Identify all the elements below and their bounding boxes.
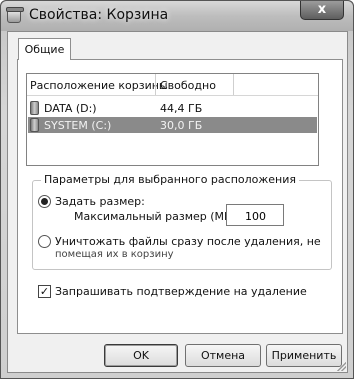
column-separator[interactable] bbox=[155, 74, 156, 95]
list-item-system-drive[interactable]: SYSTEM (C:) 30,0 ГБ bbox=[28, 117, 317, 133]
check-mark-icon: ✓ bbox=[39, 285, 50, 298]
window-title: Свойства: Корзина bbox=[29, 7, 169, 23]
free-space: 30,0 ГБ bbox=[160, 119, 203, 132]
free-space: 44,4 ГБ bbox=[160, 102, 203, 115]
list-header: Расположение корзины Свободно bbox=[27, 74, 318, 96]
dialog-body: Общие Расположение корзины Свободно DATA… bbox=[7, 31, 348, 373]
custom-size-label[interactable]: Задать размер: bbox=[55, 195, 145, 208]
list-item-data-drive[interactable]: DATA (D:) 44,4 ГБ bbox=[28, 100, 317, 116]
drive-icon bbox=[30, 101, 39, 115]
confirm-delete-checkbox[interactable]: ✓ bbox=[38, 285, 51, 298]
tab-general[interactable]: Общие bbox=[18, 38, 71, 60]
recycle-bin-icon bbox=[6, 7, 24, 23]
location-list[interactable]: Расположение корзины Свободно DATA (D:) … bbox=[26, 73, 319, 166]
settings-group-title: Параметры для выбранного расположения bbox=[41, 173, 300, 186]
properties-window: Свойства: Корзина x Общие Расположение к… bbox=[0, 0, 354, 379]
resize-grip[interactable] bbox=[336, 361, 346, 371]
column-header-free[interactable]: Свободно bbox=[160, 79, 216, 92]
delete-immediately-radio[interactable] bbox=[38, 235, 51, 248]
max-size-label: Максимальный размер (МБ): bbox=[74, 210, 240, 223]
location-name: SYSTEM (C:) bbox=[44, 119, 112, 132]
title-bar[interactable]: Свойства: Корзина x bbox=[1, 1, 353, 31]
delete-immediately-label-continued[interactable]: помещая их в корзину bbox=[55, 249, 174, 260]
delete-immediately-label[interactable]: Уничтожать файлы сразу после удаления, н… bbox=[55, 235, 321, 248]
drive-icon bbox=[30, 118, 39, 132]
column-header-location[interactable]: Расположение корзины bbox=[30, 79, 168, 92]
close-button[interactable]: x bbox=[300, 1, 344, 20]
cancel-button[interactable]: Отмена bbox=[185, 344, 261, 367]
max-size-input[interactable] bbox=[226, 204, 284, 226]
confirm-delete-label[interactable]: Запрашивать подтверждение на удаление bbox=[55, 285, 307, 298]
location-name: DATA (D:) bbox=[44, 102, 97, 115]
ok-button[interactable]: OK bbox=[104, 344, 178, 367]
close-icon: x bbox=[317, 2, 327, 17]
column-separator[interactable] bbox=[233, 74, 234, 95]
custom-size-radio[interactable] bbox=[38, 195, 51, 208]
tab-general-label: Общие bbox=[24, 43, 65, 56]
apply-button[interactable]: Применить bbox=[266, 344, 342, 367]
